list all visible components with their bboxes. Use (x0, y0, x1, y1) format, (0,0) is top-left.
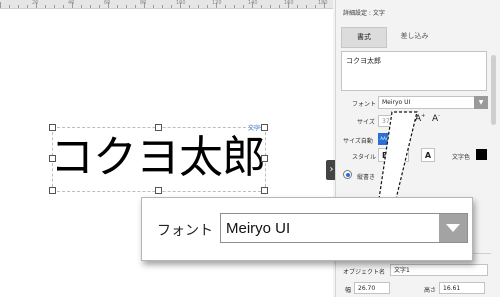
ruler-tick (117, 5, 118, 8)
ruler-tick (144, 2, 145, 8)
ruler-tick (279, 5, 280, 8)
top-ruler: 20 40 60 80 100 120 140 160 180 (0, 0, 333, 9)
height-label: 高さ (424, 287, 437, 294)
ruler-tick (63, 5, 64, 8)
resize-handle-tl[interactable] (49, 124, 56, 131)
ruler-tick (288, 2, 289, 8)
text-color-swatch[interactable] (476, 149, 487, 160)
ruler-tick (9, 5, 10, 8)
chevron-down-icon[interactable] (439, 214, 467, 242)
panel-scrollbar[interactable] (491, 55, 496, 125)
size-input[interactable]: 37 (378, 115, 408, 127)
resize-handle-bl[interactable] (49, 187, 56, 194)
align-button[interactable]: A (421, 148, 435, 162)
ruler-tick (180, 2, 181, 8)
resize-handle-b[interactable] (155, 187, 162, 194)
text-content-input[interactable]: コクヨ太郎 (341, 51, 487, 91)
ruler-tick (153, 5, 154, 8)
ruler-tick (216, 2, 217, 8)
resize-handle-t[interactable] (155, 124, 162, 131)
ruler-tick (99, 5, 100, 8)
ruler-tick (27, 5, 28, 8)
object-name-input[interactable]: 文字1 (390, 264, 488, 276)
ruler-tick (189, 5, 190, 8)
chevron-down-icon[interactable]: ▼ (474, 96, 488, 109)
auto-fit-toggle[interactable]: ^ (393, 133, 406, 145)
resize-handle-tr[interactable] (261, 124, 268, 131)
ruler-tick (135, 5, 136, 8)
resize-handle-br[interactable] (261, 187, 268, 194)
ruler-tick (54, 5, 55, 8)
caret-up-icon: ^ (396, 136, 403, 144)
ruler-tick (72, 2, 73, 8)
ruler-tick (261, 5, 262, 8)
tab-format[interactable]: 書式 (341, 27, 387, 48)
ruler-tick (90, 5, 91, 8)
panel-title: 詳細設定 : 文字 (343, 10, 385, 17)
ruler-tick (0, 2, 1, 8)
ruler-tick (108, 2, 109, 8)
resize-handle-l[interactable] (49, 155, 56, 162)
tab-merge[interactable]: 差し込み (387, 27, 442, 46)
ruler-tick (207, 5, 208, 8)
ruler-tick (126, 5, 127, 8)
text-object-content[interactable]: コクヨ太郎 (50, 130, 266, 186)
chevron-right-icon: › (329, 164, 334, 175)
ruler-tick (198, 5, 199, 8)
style-label: スタイル (352, 154, 377, 161)
bold-button[interactable]: B (378, 148, 392, 162)
ruler-tick (81, 5, 82, 8)
ruler-tick (252, 2, 253, 8)
ruler-tick (270, 5, 271, 8)
text-color-label: 文字色 (452, 154, 471, 161)
ruler-label: 180 (318, 0, 328, 6)
width-label: 幅 (345, 287, 352, 294)
auto-size-button[interactable]: AAA (378, 133, 391, 145)
italic-button[interactable]: I (395, 148, 409, 162)
ruler-tick (315, 5, 316, 8)
ruler-tick (306, 5, 307, 8)
size-auto-label: サイズ自動 (343, 138, 373, 145)
font-size-decrease-icon[interactable]: A- (432, 113, 440, 124)
size-label: サイズ (357, 119, 375, 126)
vertical-writing-label: 縦書き (357, 174, 376, 181)
ruler-tick (225, 5, 226, 8)
ruler-tick (297, 5, 298, 8)
resize-handle-r[interactable] (261, 155, 268, 162)
callout-font-value: Meiryo UI (226, 220, 291, 237)
ruler-tick (171, 5, 172, 8)
ruler-tick (324, 2, 325, 8)
ruler-tick (162, 5, 163, 8)
object-name-label: オブジェクト名 (343, 269, 386, 276)
radio-selected-dot (345, 172, 350, 177)
ruler-tick (234, 5, 235, 8)
font-size-increase-icon[interactable]: A+ (415, 113, 425, 124)
font-select[interactable]: Meiryo UI (378, 96, 488, 109)
ruler-tick (243, 5, 244, 8)
ruler-tick (45, 5, 46, 8)
callout-font-label: フォント (157, 223, 213, 239)
width-input[interactable]: 26.70 (354, 282, 390, 294)
font-label: フォント (352, 101, 377, 108)
height-input[interactable]: 16.61 (439, 282, 485, 294)
ruler-tick (36, 2, 37, 8)
ruler-tick (18, 5, 19, 8)
